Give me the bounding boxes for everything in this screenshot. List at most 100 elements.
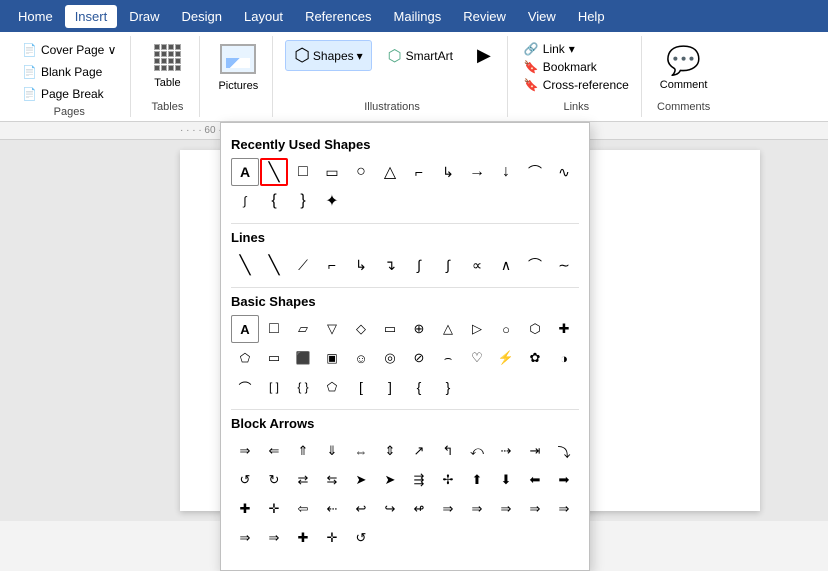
basic-smiley[interactable]: ☺ — [347, 344, 375, 372]
shape-circle[interactable]: ○ — [347, 158, 375, 186]
block-arrow-filled-right[interactable]: ➤ — [347, 466, 375, 494]
basic-bracket-pair[interactable]: [ ] — [260, 373, 288, 401]
block-arrow-ud[interactable]: ⇕ — [376, 437, 404, 465]
block-arrow-filled-right2[interactable]: ➤ — [376, 466, 404, 494]
line-scribble2[interactable]: ∼ — [550, 251, 578, 279]
basic-bracket-l[interactable]: [ — [347, 373, 375, 401]
block-arrow-exchange2[interactable]: ⇆ — [318, 466, 346, 494]
basic-lightning[interactable]: ⚡ — [492, 344, 520, 372]
bookmark-button[interactable]: 🔖 Bookmark — [520, 58, 633, 76]
basic-triangle2[interactable]: △ — [434, 315, 462, 343]
menu-view[interactable]: View — [518, 5, 566, 28]
block-arrow-r6[interactable]: ⇒ — [434, 495, 462, 523]
basic-brace-r[interactable]: } — [434, 373, 462, 401]
menu-help[interactable]: Help — [568, 5, 615, 28]
pictures-button[interactable]: Pictures — [212, 40, 264, 96]
block-arrow-left[interactable]: ⇐ — [260, 437, 288, 465]
block-arrow-turn1[interactable]: ↰ — [434, 437, 462, 465]
shape-scribble[interactable]: ∫ — [231, 187, 259, 215]
menu-references[interactable]: References — [295, 5, 381, 28]
basic-diamond[interactable]: ◇ — [347, 315, 375, 343]
line-corner5[interactable]: ↴ — [376, 251, 404, 279]
menu-mailings[interactable]: Mailings — [384, 5, 452, 28]
basic-parallelogram[interactable]: ▱ — [289, 315, 317, 343]
block-arrow-curve1[interactable]: ⤺ — [463, 437, 491, 465]
line-curve1[interactable]: ∫ — [405, 251, 433, 279]
block-arrow-q7[interactable]: ⇦ — [289, 495, 317, 523]
shape-triangle[interactable]: △ — [376, 158, 404, 186]
crossref-button[interactable]: 🔖 Cross-reference — [520, 76, 633, 94]
basic-plus[interactable]: ✚ — [550, 315, 578, 343]
block-arrow-r4[interactable]: ↪ — [376, 495, 404, 523]
basic-rect2[interactable]: ▭ — [260, 344, 288, 372]
basic-bracket-r[interactable]: ] — [376, 373, 404, 401]
block-arrow-r3[interactable]: ↩ — [347, 495, 375, 523]
basic-hexagon[interactable]: ⬡ — [521, 315, 549, 343]
table-button[interactable]: Table — [143, 40, 191, 93]
blank-page-button[interactable]: 📄 Blank Page — [16, 62, 122, 82]
menu-home[interactable]: Home — [8, 5, 63, 28]
block-arrow-r10[interactable]: ⇒ — [550, 495, 578, 523]
shape-arrow-down[interactable]: ↓ — [492, 158, 520, 186]
line-curve2[interactable]: ∫ — [434, 251, 462, 279]
block-arrow-b1[interactable]: ✚ — [289, 524, 317, 552]
shape-corner2[interactable]: ↳ — [434, 158, 462, 186]
block-plus3[interactable]: ✛ — [260, 495, 288, 523]
shape-wave[interactable]: ∿ — [550, 158, 578, 186]
basic-circle-x[interactable]: ⊕ — [405, 315, 433, 343]
block-arrow-quad[interactable]: ⇶ — [405, 466, 433, 494]
link-button[interactable]: 🔗 Link ▾ — [520, 40, 633, 58]
block-arrow-r2[interactable]: ⇠ — [318, 495, 346, 523]
line-corner3[interactable]: ⌐ — [318, 251, 346, 279]
block-plus2[interactable]: ✚ — [231, 495, 259, 523]
block-arrow-down[interactable]: ⇓ — [318, 437, 346, 465]
block-arrow-q5[interactable]: ⬅ — [521, 466, 549, 494]
shape-corner1[interactable]: ⌐ — [405, 158, 433, 186]
line-wave2[interactable]: ∧ — [492, 251, 520, 279]
basic-pentagon2[interactable]: ⬠ — [318, 373, 346, 401]
basic-brace-l[interactable]: { — [405, 373, 433, 401]
shape-star[interactable]: ✦ — [318, 187, 346, 215]
basic-trapezoid[interactable]: ▽ — [318, 315, 346, 343]
line-diagonal[interactable]: ╲ — [260, 251, 288, 279]
shape-brace-close[interactable]: } — [289, 187, 317, 215]
shape-round-rect[interactable]: ▭ — [318, 158, 346, 186]
basic-arc3[interactable]: ⌢ — [434, 344, 462, 372]
basic-3d-rect[interactable]: ▣ — [318, 344, 346, 372]
block-arrow-strip2[interactable]: ⇥ — [521, 437, 549, 465]
line-arc2[interactable]: ⌒ — [521, 251, 549, 279]
block-arrow-down2[interactable]: ⤵ — [550, 437, 578, 465]
block-arrow-r8[interactable]: ⇒ — [492, 495, 520, 523]
block-arrow-q6[interactable]: ➡ — [550, 466, 578, 494]
block-arrow-right[interactable]: ⇒ — [231, 437, 259, 465]
block-arrow-dr[interactable]: ↗ — [405, 437, 433, 465]
block-arrow-qud2[interactable]: ✢ — [434, 466, 462, 494]
basic-brace-pair[interactable]: { } — [289, 373, 317, 401]
block-arrow-cw[interactable]: ↻ — [260, 466, 288, 494]
block-arrow-ccw[interactable]: ↺ — [231, 466, 259, 494]
shape-arrow-right[interactable]: → — [463, 158, 491, 186]
block-arrow-r12[interactable]: ⇒ — [260, 524, 288, 552]
block-arrow-r9[interactable]: ⇒ — [521, 495, 549, 523]
basic-sun[interactable]: ✿ — [521, 344, 549, 372]
block-arrow-b3[interactable]: ↺ — [347, 524, 375, 552]
block-arrow-r5[interactable]: ↫ — [405, 495, 433, 523]
cover-page-button[interactable]: 📄 Cover Page ∨ — [16, 40, 122, 60]
basic-rect[interactable]: □ — [260, 315, 288, 343]
basic-arc4[interactable]: ⌒ — [231, 373, 259, 401]
menu-layout[interactable]: Layout — [234, 5, 293, 28]
line-straight[interactable]: ╲ — [231, 251, 259, 279]
block-arrow-r11[interactable]: ⇒ — [231, 524, 259, 552]
line-elbow[interactable]: ⟋ — [289, 251, 317, 279]
block-arrow-q4[interactable]: ⬇ — [492, 466, 520, 494]
comment-button[interactable]: 💬 Comment — [654, 40, 714, 95]
page-break-button[interactable]: 📄 Page Break — [16, 84, 122, 104]
basic-pentagon[interactable]: ⬠ — [231, 344, 259, 372]
shape-line[interactable]: ╲ — [260, 158, 288, 186]
basic-moon[interactable]: ◑ — [550, 344, 578, 372]
basic-cube[interactable]: ⬛ — [289, 344, 317, 372]
line-corner4[interactable]: ↳ — [347, 251, 375, 279]
menu-draw[interactable]: Draw — [119, 5, 169, 28]
block-arrow-q3[interactable]: ⬆ — [463, 466, 491, 494]
video-button[interactable]: ▶ — [469, 41, 499, 70]
